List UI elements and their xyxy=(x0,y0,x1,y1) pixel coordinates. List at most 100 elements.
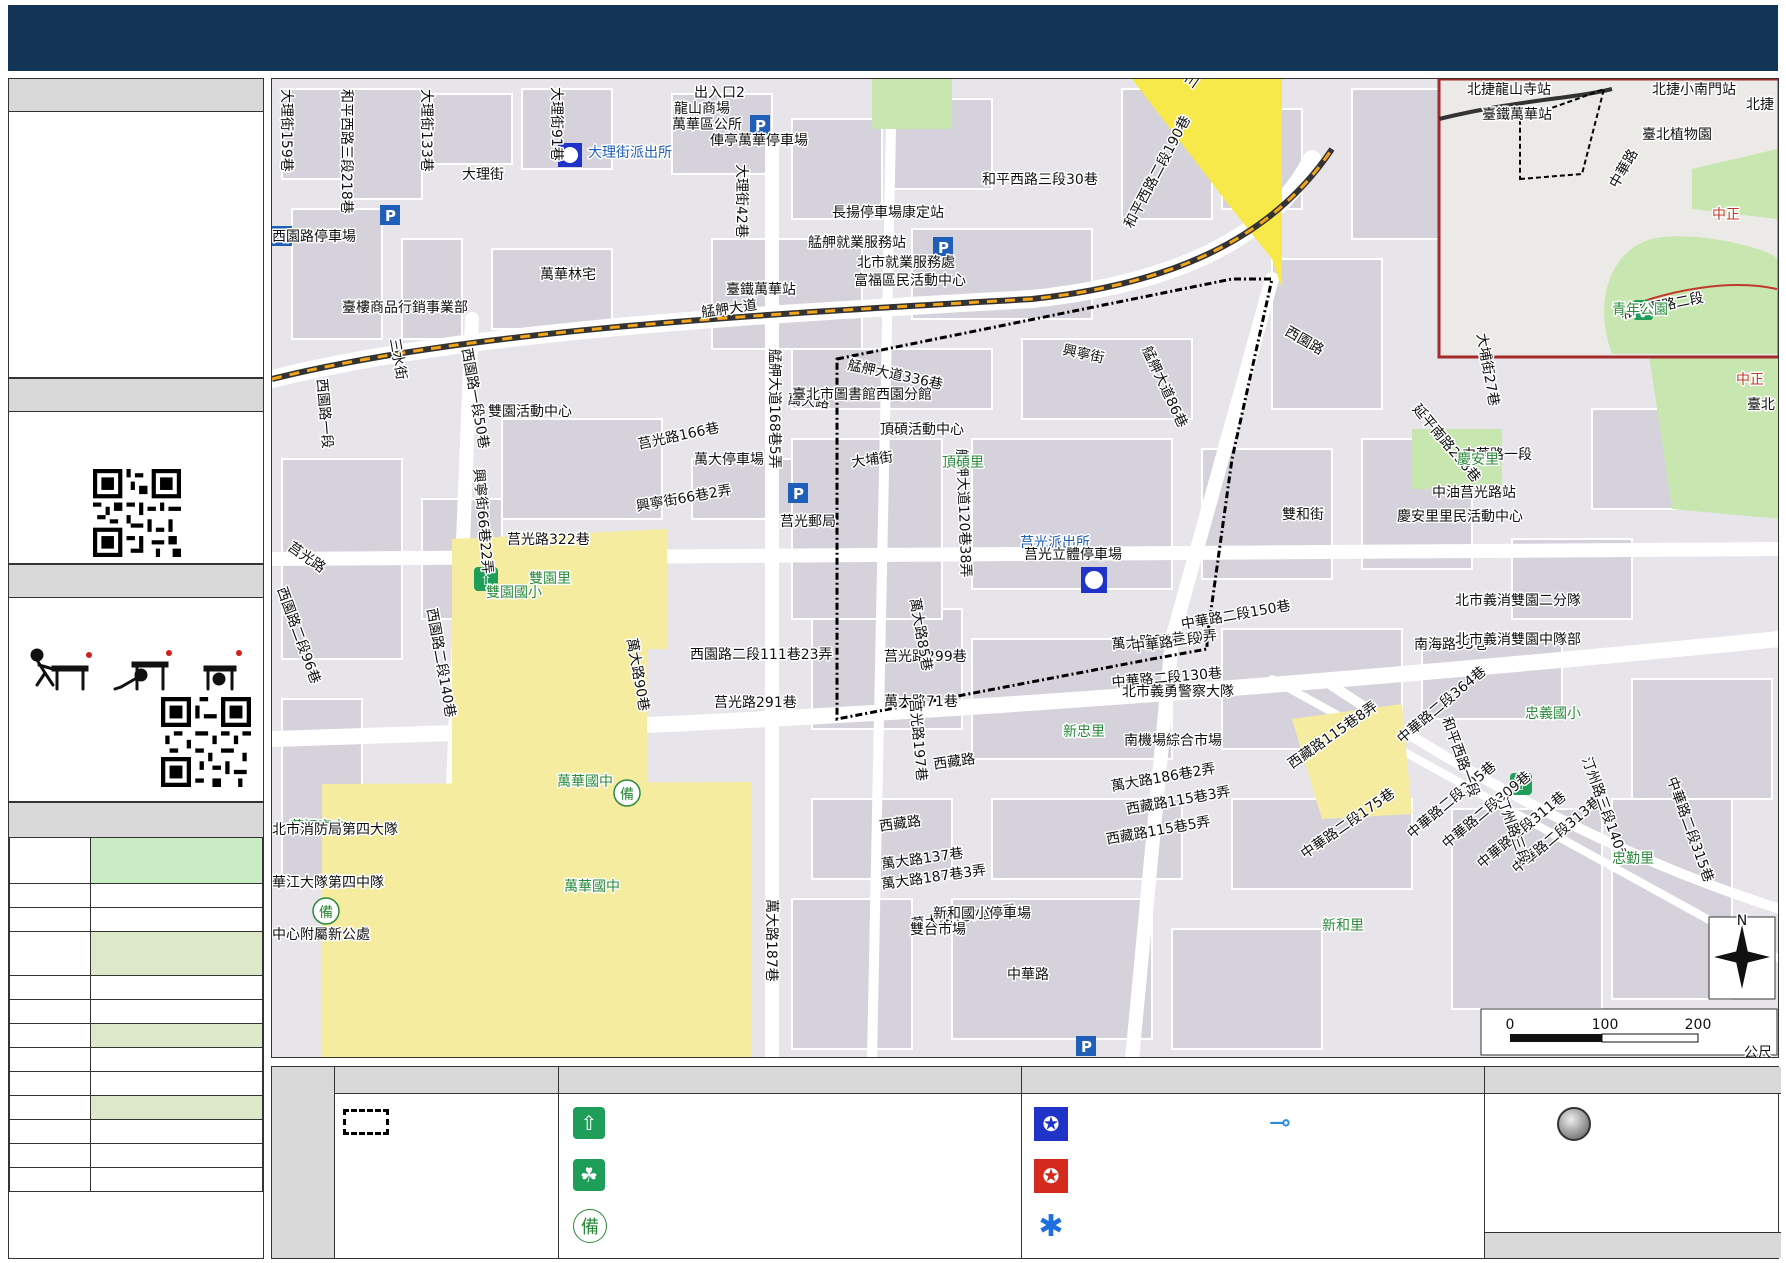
road-label: 雙和街 xyxy=(1282,507,1324,523)
inset-label: 青年公園 xyxy=(1612,302,1668,318)
place-label: 新和里 xyxy=(1322,918,1364,934)
legend-col-boundary xyxy=(334,1067,559,1258)
place-label: 俥亭萬華停車場 xyxy=(710,132,808,149)
road-label: 艋舺大道168巷5弄 xyxy=(766,349,782,469)
info-panel-3-header xyxy=(9,565,263,598)
assembly-point-icon xyxy=(1557,1107,1591,1141)
road-label: 大理街42巷 xyxy=(733,164,749,238)
inset-label: 臺鐵萬華站 xyxy=(1482,106,1552,123)
inset-label: 北捷 xyxy=(1746,97,1774,113)
info-table xyxy=(9,837,263,1192)
road-label: 和平西路三段218巷 xyxy=(338,89,354,214)
place-label: 長揚停車場康定站 xyxy=(832,204,944,221)
place-label: 忠義國小 xyxy=(1525,705,1581,722)
place-label: 雙園活動中心 xyxy=(488,404,572,420)
place-label: 華江大隊第四中隊 xyxy=(272,874,384,891)
place-label: 慶安里 xyxy=(1457,452,1499,468)
scale-unit-label: 公尺 xyxy=(1744,1045,1772,1058)
legend-title-cell xyxy=(272,1067,334,1258)
place-label: 臺鐵萬華站 xyxy=(726,281,796,298)
place-label: 萬華林宅 xyxy=(540,267,596,283)
info-panel-3 xyxy=(8,564,264,802)
place-label: 新和國小停車場 xyxy=(933,905,1031,922)
legend-col-assembly xyxy=(1484,1067,1781,1258)
district-label: 臺北 xyxy=(1747,397,1775,413)
reserve-shelter-icon: 備 xyxy=(573,1209,607,1243)
map-canvas[interactable]: ⇧ ⇧ 備 備 PPPPPP 和平西路三段218巷大理街159巷 大理街133巷大 xyxy=(272,79,1779,1058)
svg-text:備: 備 xyxy=(319,905,333,921)
qr-code-icon-2[interactable] xyxy=(161,697,251,787)
place-label: 雙台市場 xyxy=(910,921,966,938)
place-label: 雙園國小 xyxy=(486,585,542,601)
scale-bar xyxy=(1480,1008,1778,1056)
drop-cover-hold-icon xyxy=(30,648,242,691)
scale-tick-label: 0 xyxy=(1506,1017,1515,1033)
place-label: 南機場綜合市場 xyxy=(1124,732,1222,749)
svg-text:備: 備 xyxy=(620,787,634,803)
emergency-shelter-icon: ⇧ xyxy=(573,1107,605,1139)
road-label: 莒光路322巷 xyxy=(507,532,590,548)
info-table-header xyxy=(9,803,263,838)
place-label: 雙園里 xyxy=(529,571,571,587)
inset-label: 中正 xyxy=(1712,207,1740,223)
park-area xyxy=(872,79,952,129)
road-label: 和平西路三段30巷 xyxy=(982,172,1098,188)
svg-text:P: P xyxy=(1081,1038,1092,1056)
svg-text:P: P xyxy=(793,485,804,503)
road-label: 萬大路187巷 xyxy=(763,899,779,982)
road-label: 中華路 xyxy=(1007,967,1049,983)
place-label: 中心附屬新公處 xyxy=(272,927,370,943)
place-label: 頂碩活動中心 xyxy=(880,422,964,438)
scale-tick-label: 200 xyxy=(1685,1017,1712,1033)
legend-footer xyxy=(1485,1232,1781,1258)
info-panel-1-header xyxy=(9,79,263,112)
title-banner xyxy=(8,5,1778,71)
place-label: 北市義消雙園中隊部 xyxy=(1455,631,1581,648)
road-label: 西園路二段111巷23弄 xyxy=(690,647,833,663)
boundary-icon xyxy=(343,1109,389,1135)
evacuation-park-icon: ☘ xyxy=(573,1159,605,1191)
inset-label: 北捷小南門站 xyxy=(1652,82,1736,98)
medical-star-icon: ✱ xyxy=(1038,1208,1064,1244)
place-label: 新忠里 xyxy=(1063,724,1105,740)
legend-col-facility: ✪ ✪ ✱ ⊸ xyxy=(1021,1067,1485,1258)
place-label: 龍山商場 xyxy=(674,100,730,117)
place-label: 忠勤里 xyxy=(1612,851,1654,867)
north-arrow-icon xyxy=(1708,916,1776,1000)
police-station-icon: ✪ xyxy=(1034,1107,1068,1141)
police-icon-juguang[interactable] xyxy=(1081,567,1107,593)
legend-col-shelter: ⇧ ☘ 備 xyxy=(558,1067,1022,1258)
road-label: 大理街 xyxy=(462,167,504,183)
place-label: 北市義勇警察大隊 xyxy=(1122,683,1234,700)
place-label: 北市消防局第四大隊 xyxy=(272,821,398,838)
place-label: 富福區民活動中心 xyxy=(854,272,966,289)
reserve-icon-huajiang: 備 xyxy=(312,897,340,925)
place-label: 臺北市圖書館西園分館 xyxy=(792,386,932,403)
place-label: 臺樓商品行銷事業部 xyxy=(342,300,468,316)
reserve-icon-wanhua: 備 xyxy=(613,779,641,807)
place-label: 萬華國中 xyxy=(564,879,620,895)
scale-tick-label: 100 xyxy=(1592,1017,1619,1033)
place-label: 莒光立體停車場 xyxy=(1024,546,1122,563)
map-view[interactable]: ⇧ ⇧ 備 備 PPPPPP 和平西路三段218巷 大理街159巷 大理街133巷大 xyxy=(271,78,1779,1058)
place-label: 北市義消雙園二分隊 xyxy=(1455,592,1581,609)
qr-code-icon[interactable] xyxy=(93,469,181,557)
place-label: 萬華區公所 xyxy=(672,117,742,133)
info-table-panel xyxy=(8,802,264,1259)
place-label: 艋舺就業服務站 xyxy=(808,235,906,251)
info-panel-2-header xyxy=(9,379,263,412)
map-legend: ⇧ ☘ 備 ✪ ✪ ✱ ⊸ xyxy=(271,1066,1781,1259)
place-label: 萬大停車場 xyxy=(694,451,764,468)
helicopter-icon: ⊸ xyxy=(1269,1108,1291,1138)
place-label: 北市就業服務處 xyxy=(857,254,955,271)
place-label: 西園路停車場 xyxy=(272,228,356,245)
fire-station-icon: ✪ xyxy=(1034,1159,1068,1193)
inset-label: 臺北植物園 xyxy=(1642,127,1712,143)
road-label: 大理街91巷 xyxy=(548,87,564,161)
place-label: 莒光郵局 xyxy=(780,514,836,530)
place-label: 中油莒光路站 xyxy=(1432,485,1516,501)
info-panel-1 xyxy=(8,78,264,378)
place-label: 頂碩里 xyxy=(942,455,984,471)
district-label: 中正 xyxy=(1736,372,1764,388)
north-label: N xyxy=(1737,913,1747,929)
